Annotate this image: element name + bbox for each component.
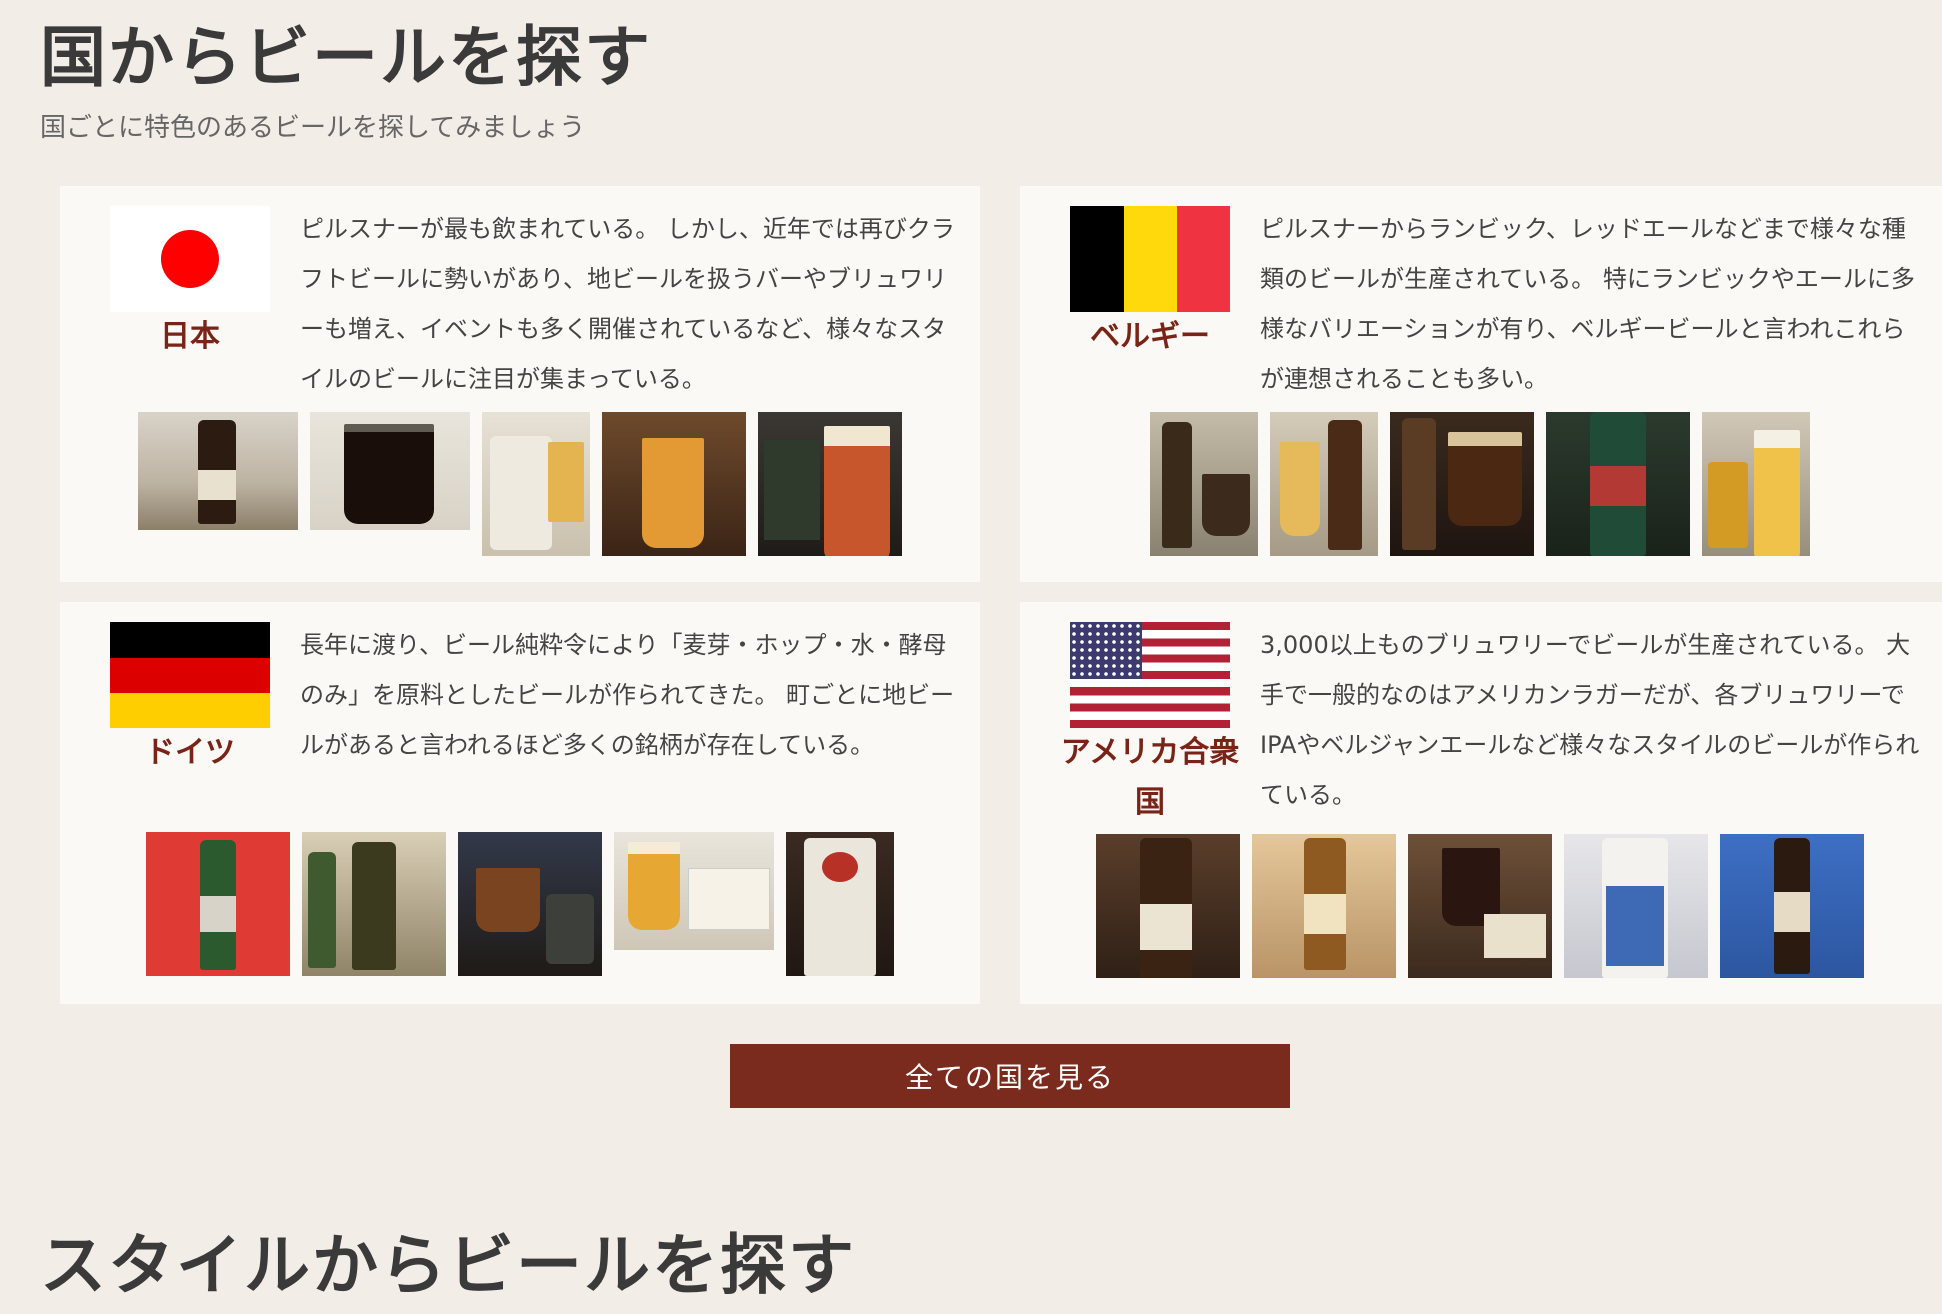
view-all-countries-button[interactable]: 全ての国を見る [730,1044,1290,1108]
beer-photo[interactable] [310,412,470,530]
country-description-usa: 3,000以上ものブリュワリーでビールが生産されている。 大手で一般的なのはアメ… [1260,631,1920,809]
beer-photo[interactable] [146,832,290,976]
beer-photo[interactable] [482,412,590,556]
beer-photo[interactable] [138,412,298,530]
beer-photo[interactable] [1702,412,1810,556]
country-name-japan[interactable]: 日本 [90,312,290,362]
country-name-germany[interactable]: ドイツ [90,728,290,778]
usa-flag[interactable] [1070,622,1230,728]
belgium-flag[interactable] [1070,206,1230,312]
section-subtitle: 国ごとに特色のあるビールを探してみましょう [40,113,586,143]
country-description-germany: 長年に渡り、ビール純粋令により「麦芽・ホップ・水・酵母のみ」を原料としたビールが… [300,631,955,759]
country-card-germany: ドイツ 長年に渡り、ビール純粋令により「麦芽・ホップ・水・酵母のみ」を原料とした… [60,602,980,1004]
beer-photo[interactable] [786,832,894,976]
beer-photo[interactable] [1096,834,1240,978]
country-name-belgium[interactable]: ベルギー [1050,312,1250,362]
section-title: 国からビールを探す [40,19,652,96]
beer-photo[interactable] [1564,834,1708,978]
beer-photo[interactable] [602,412,746,556]
country-card-usa: アメリカ合衆国 3,000以上ものブリュワリーでビールが生産されている。 大手で… [1020,602,1942,1004]
country-description-belgium: ピルスナーからランビック、レッドエールなどまで様々な種類のビールが生産されている… [1260,215,1915,393]
country-description-japan: ピルスナーが最も飲まれている。 しかし、近年では再びクラフトビールに勢いがあり、… [300,215,955,393]
beer-photo[interactable] [1408,834,1552,978]
japan-flag[interactable] [110,206,270,312]
beer-photo[interactable] [1390,412,1534,556]
beer-photo[interactable] [1270,412,1378,556]
sun-disc [161,230,219,288]
beer-photo[interactable] [1720,834,1864,978]
star-field [1070,622,1142,679]
beer-photo[interactable] [1150,412,1258,556]
beer-photo[interactable] [614,832,774,950]
country-card-japan: 日本 ピルスナーが最も飲まれている。 しかし、近年では再びクラフトビールに勢いが… [60,186,980,582]
germany-flag[interactable] [110,622,270,728]
next-section-title: スタイルからビールを探す [40,1227,856,1304]
beer-photo[interactable] [1546,412,1690,556]
country-name-usa[interactable]: アメリカ合衆国 [1050,728,1250,828]
country-card-belgium: ベルギー ピルスナーからランビック、レッドエールなどまで様々な種類のビールが生産… [1020,186,1942,582]
beer-photo[interactable] [302,832,446,976]
beer-photo[interactable] [758,412,902,556]
beer-photo[interactable] [1252,834,1396,978]
beer-photo[interactable] [458,832,602,976]
